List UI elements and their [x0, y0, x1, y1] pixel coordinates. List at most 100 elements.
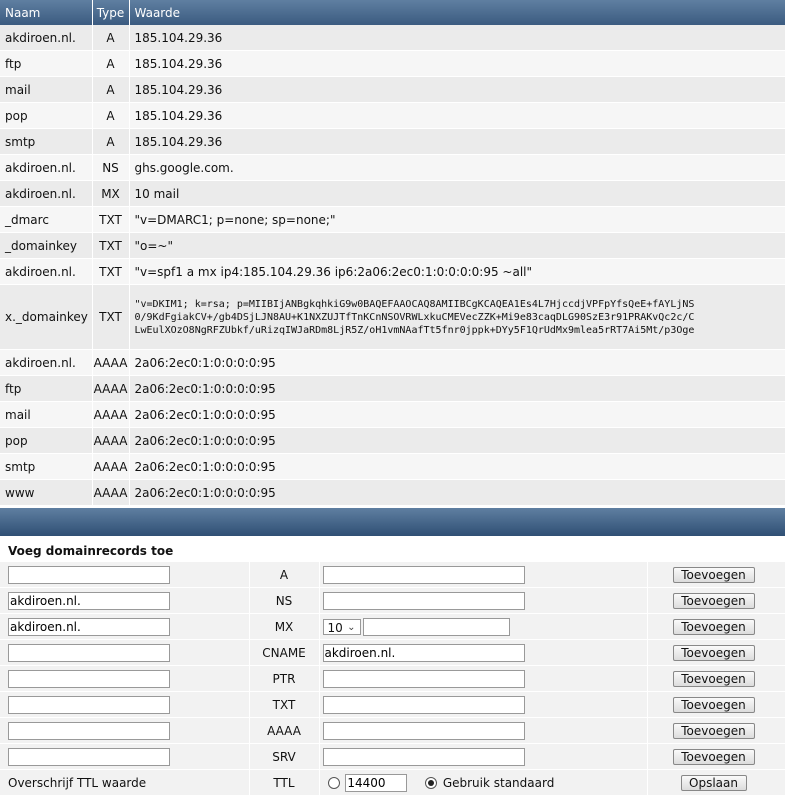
record-value: ghs.google.com.: [129, 154, 785, 181]
add-type-label: NS: [249, 587, 320, 614]
add-row-ptr: PTR Toevoegen: [0, 665, 785, 692]
record-type: AAAA: [92, 349, 130, 376]
table-row: ftp AAAA 2a06:2ec0:1:0:0:0:0:95: [0, 375, 785, 402]
add-name-input[interactable]: [8, 565, 170, 584]
add-value-input[interactable]: [322, 747, 525, 766]
record-name: akdiroen.nl.: [0, 258, 93, 285]
table-row: pop AAAA 2a06:2ec0:1:0:0:0:0:95: [0, 427, 785, 454]
add-type-label: A: [249, 562, 320, 588]
add-value-input[interactable]: [322, 565, 525, 584]
add-records-title: Voeg domainrecords toe: [0, 540, 785, 562]
record-value: 2a06:2ec0:1:0:0:0:0:95: [129, 401, 785, 428]
table-row: _domainkey TXT "o=~": [0, 232, 785, 259]
add-name-input[interactable]: [8, 643, 170, 662]
add-type-label: PTR: [249, 665, 320, 692]
column-header-value[interactable]: Waarde: [129, 0, 785, 25]
column-header-name[interactable]: Naam: [0, 0, 93, 25]
record-type: A: [92, 25, 130, 51]
add-name-input[interactable]: [8, 669, 170, 688]
add-row-aaaa: AAAA Toevoegen: [0, 717, 785, 744]
add-name-input[interactable]: [8, 617, 170, 636]
table-row: x._domainkey TXT "v=DKIM1; k=rsa; p=MIIBIj…: [0, 284, 785, 350]
add-row-cname: CNAME Toevoegen: [0, 639, 785, 666]
record-type: NS: [92, 154, 130, 181]
table-header-row: Naam Type Waarde: [0, 0, 785, 25]
table-row: akdiroen.nl. NS ghs.google.com.: [0, 154, 785, 181]
add-record-button[interactable]: Toevoegen: [672, 592, 755, 609]
record-name: smtp: [0, 128, 93, 155]
add-row-srv: SRV Toevoegen: [0, 743, 785, 770]
add-record-button[interactable]: Toevoegen: [672, 618, 755, 635]
add-value-input[interactable]: [322, 721, 525, 740]
table-row: smtp AAAA 2a06:2ec0:1:0:0:0:0:95: [0, 453, 785, 480]
add-name-input[interactable]: [8, 721, 170, 740]
record-name: x._domainkey: [0, 284, 93, 350]
add-record-button[interactable]: Toevoegen: [672, 644, 755, 661]
record-value: 2a06:2ec0:1:0:0:0:0:95: [129, 375, 785, 402]
ttl-type-label: TTL: [249, 769, 320, 796]
record-type: AAAA: [92, 453, 130, 480]
add-record-button[interactable]: Toevoegen: [672, 670, 755, 687]
record-name: _dmarc: [0, 206, 93, 233]
add-value-input[interactable]: [362, 617, 510, 636]
add-type-label: SRV: [249, 743, 320, 770]
add-name-input[interactable]: [8, 591, 170, 610]
record-name: mail: [0, 401, 93, 428]
record-value: 10 mail: [129, 180, 785, 207]
record-value-line: "v=DKIM1; k=rsa; p=MIIBIjANBgkqhkiG9w0BA…: [134, 298, 695, 310]
record-name: smtp: [0, 453, 93, 480]
record-type: A: [92, 102, 130, 129]
add-name-input[interactable]: [8, 695, 170, 714]
add-record-button[interactable]: Toevoegen: [672, 566, 755, 583]
add-value-input[interactable]: [322, 669, 525, 688]
record-value: 185.104.29.36: [129, 25, 785, 51]
table-row: akdiroen.nl. MX 10 mail: [0, 180, 785, 207]
add-name-input[interactable]: [8, 747, 170, 766]
record-type: AAAA: [92, 479, 130, 506]
table-row: smtp A 185.104.29.36: [0, 128, 785, 155]
table-row: pop A 185.104.29.36: [0, 102, 785, 129]
add-value-input[interactable]: [322, 643, 525, 662]
ttl-value-input[interactable]: [345, 773, 408, 792]
table-row: akdiroen.nl. AAAA 2a06:2ec0:1:0:0:0:0:95: [0, 349, 785, 376]
add-value-input[interactable]: [322, 695, 525, 714]
add-value-input[interactable]: [322, 591, 525, 610]
record-name: akdiroen.nl.: [0, 180, 93, 207]
record-value-line: LwEulXOzO8NgRFZUbkf/uRizqIWJaRDm8LjR5Z/o…: [134, 324, 695, 336]
record-type: A: [92, 50, 130, 77]
record-value: 2a06:2ec0:1:0:0:0:0:95: [129, 479, 785, 506]
ttl-custom-radio[interactable]: [327, 776, 340, 789]
add-record-button[interactable]: Toevoegen: [672, 696, 755, 713]
mx-priority-value: 10: [327, 620, 343, 635]
save-ttl-button[interactable]: Opslaan: [680, 774, 747, 791]
record-value: 185.104.29.36: [129, 102, 785, 129]
add-record-button[interactable]: Toevoegen: [672, 748, 755, 765]
add-row-ns: NS Toevoegen: [0, 587, 785, 614]
record-value-line: 0/9KdFgiakCV+/gb4DSjLJN8AU+K1NXZUJTfTnKC…: [134, 311, 695, 323]
record-name: mail: [0, 76, 93, 103]
column-header-type[interactable]: Type: [92, 0, 130, 25]
record-type: TXT: [92, 232, 130, 259]
record-type: AAAA: [92, 401, 130, 428]
record-type: AAAA: [92, 375, 130, 402]
record-type: AAAA: [92, 427, 130, 454]
table-row: www AAAA 2a06:2ec0:1:0:0:0:0:95: [0, 479, 785, 506]
add-record-button[interactable]: Toevoegen: [672, 722, 755, 739]
add-type-label: MX: [249, 613, 320, 640]
record-name: akdiroen.nl.: [0, 154, 93, 181]
ttl-default-label: Gebruik standaard: [442, 775, 555, 790]
record-type: A: [92, 128, 130, 155]
add-row-a: A Toevoegen: [0, 562, 785, 588]
record-value: "v=DKIM1; k=rsa; p=MIIBIjANBgkqhkiG9w0BA…: [129, 284, 785, 350]
ttl-default-radio[interactable]: [424, 776, 437, 789]
ttl-row: Overschrijf TTL waarde TTL Gebruik stand…: [0, 769, 785, 796]
record-type: MX: [92, 180, 130, 207]
chevron-down-icon: ⌄: [347, 621, 356, 633]
mx-priority-select[interactable]: 10 ⌄: [322, 618, 361, 635]
table-row: ftp A 185.104.29.36: [0, 50, 785, 77]
add-records-table: AToevoegenNSToevoegenMX10⌄ToevoegenCNAME…: [0, 562, 785, 796]
add-records-body: AToevoegenNSToevoegenMX10⌄ToevoegenCNAME…: [0, 562, 785, 770]
record-type: A: [92, 76, 130, 103]
add-row-txt: TXT Toevoegen: [0, 691, 785, 718]
table-row: _dmarc TXT "v=DMARC1; p=none; sp=none;": [0, 206, 785, 233]
